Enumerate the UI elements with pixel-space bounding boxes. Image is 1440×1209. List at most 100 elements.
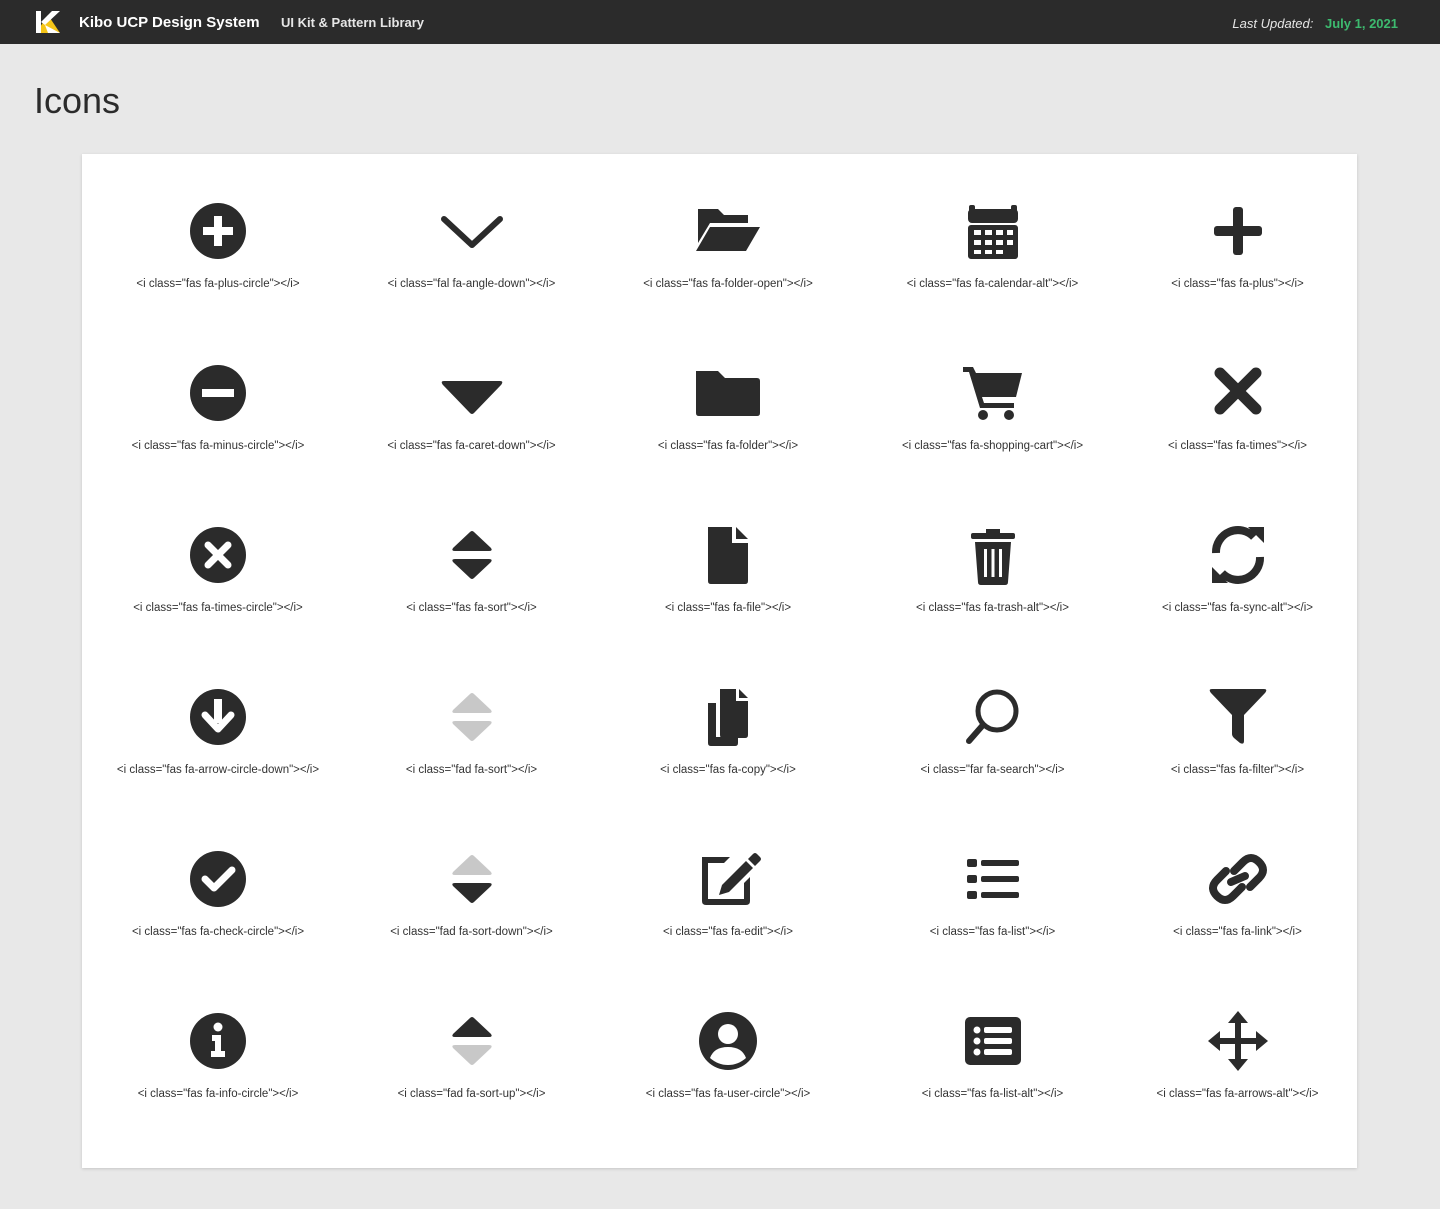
arrows-alt-icon: [1202, 1009, 1274, 1073]
sort-duotone-icon: [436, 685, 508, 749]
icon-tile: <i class="fas fa-filter"></i>: [1128, 670, 1347, 832]
icon-tile: <i class="fas fa-edit"></i>: [599, 832, 857, 994]
icon-code: <i class="fas fa-trash-alt"></i>: [916, 602, 1069, 614]
edit-icon: [692, 847, 764, 911]
icon-tile: <i class="fas fa-times"></i>: [1128, 346, 1347, 508]
icon-code: <i class="fal fa-angle-down"></i>: [387, 278, 556, 290]
icon-code: <i class="fas fa-user-circle"></i>: [645, 1088, 811, 1100]
icon-tile: <i class="fas fa-shopping-cart"></i>: [857, 346, 1128, 508]
sort-down-duotone-icon: [436, 847, 508, 911]
folder-icon: [692, 361, 764, 425]
last-updated-date: July 1, 2021: [1325, 16, 1398, 31]
icon-code: <i class="fas fa-times-circle"></i>: [133, 602, 303, 614]
icon-tile: <i class="fas fa-caret-down"></i>: [344, 346, 599, 508]
icon-code: <i class="fad fa-sort"></i>: [405, 764, 538, 776]
icon-tile: <i class="fas fa-sync-alt"></i>: [1128, 508, 1347, 670]
last-updated: Last Updated: July 1, 2021: [1232, 16, 1398, 31]
icon-code: <i class="fas fa-check-circle"></i>: [131, 926, 305, 938]
user-circle-icon: [692, 1009, 764, 1073]
plus-circle-icon: [182, 199, 254, 263]
kibo-logo[interactable]: [36, 11, 60, 33]
icon-tile: <i class="fas fa-arrows-alt"></i>: [1128, 994, 1347, 1156]
list-alt-icon: [957, 1009, 1029, 1073]
icon-tile: <i class="fas fa-trash-alt"></i>: [857, 508, 1128, 670]
icon-tile: <i class="far fa-search"></i>: [857, 670, 1128, 832]
icon-tile: <i class="fas fa-copy"></i>: [599, 670, 857, 832]
top-bar: Kibo UCP Design System UI Kit & Pattern …: [0, 0, 1440, 44]
link-icon: [1202, 847, 1274, 911]
page-title: Icons: [34, 80, 121, 121]
icon-tile: <i class="fas fa-times-circle"></i>: [92, 508, 344, 670]
icon-code: <i class="fas fa-arrow-circle-down"></i>: [116, 764, 320, 776]
icon-code: <i class="far fa-search"></i>: [920, 764, 1065, 776]
icon-code: <i class="fas fa-shopping-cart"></i>: [901, 440, 1084, 452]
trash-alt-icon: [957, 523, 1029, 587]
copy-icon: [692, 685, 764, 749]
icon-code: <i class="fas fa-minus-circle"></i>: [131, 440, 305, 452]
shopping-cart-icon: [957, 361, 1029, 425]
icon-tile: <i class="fas fa-calendar-alt"></i>: [857, 184, 1128, 346]
icon-code: <i class="fas fa-list"></i>: [929, 926, 1056, 938]
search-icon: [957, 685, 1029, 749]
sync-alt-icon: [1202, 523, 1274, 587]
icon-card: <i class="fas fa-plus-circle"></i> <i cl…: [82, 154, 1357, 1168]
icon-tile: <i class="fas fa-list-alt"></i>: [857, 994, 1128, 1156]
icon-code: <i class="fas fa-copy"></i>: [660, 764, 796, 776]
sort-up-duotone-icon: [436, 1009, 508, 1073]
icon-tile: <i class="fas fa-file"></i>: [599, 508, 857, 670]
icon-tile: <i class="fal fa-angle-down"></i>: [344, 184, 599, 346]
icon-tile: <i class="fas fa-check-circle"></i>: [92, 832, 344, 994]
icon-tile: <i class="fad fa-sort-up"></i>: [344, 994, 599, 1156]
icon-code: <i class="fas fa-caret-down"></i>: [387, 440, 556, 452]
icon-code: <i class="fas fa-link"></i>: [1173, 926, 1302, 938]
minus-circle-icon: [182, 361, 254, 425]
check-circle-icon: [182, 847, 254, 911]
icon-code: <i class="fad fa-sort-up"></i>: [397, 1088, 546, 1100]
icon-code: <i class="fas fa-edit"></i>: [663, 926, 793, 938]
icon-code: <i class="fas fa-folder-open"></i>: [643, 278, 813, 290]
info-circle-icon: [182, 1009, 254, 1073]
icon-code: <i class="fas fa-times"></i>: [1168, 440, 1307, 452]
icon-code: <i class="fas fa-plus-circle"></i>: [136, 278, 300, 290]
icon-code: <i class="fas fa-plus"></i>: [1171, 278, 1304, 290]
icon-code: <i class="fas fa-sort"></i>: [406, 602, 537, 614]
icon-tile: <i class="fas fa-folder"></i>: [599, 346, 857, 508]
icon-grid: <i class="fas fa-plus-circle"></i> <i cl…: [92, 184, 1347, 1156]
icon-code: <i class="fas fa-list-alt"></i>: [921, 1088, 1064, 1100]
icon-code: <i class="fas fa-folder"></i>: [657, 440, 799, 452]
last-updated-label: Last Updated:: [1232, 16, 1314, 31]
icon-code: <i class="fas fa-calendar-alt"></i>: [906, 278, 1079, 290]
icon-tile: <i class="fas fa-link"></i>: [1128, 832, 1347, 994]
icon-tile: <i class="fas fa-plus"></i>: [1128, 184, 1347, 346]
icon-code: <i class="fas fa-arrows-alt"></i>: [1156, 1088, 1319, 1100]
icon-code: <i class="fas fa-filter"></i>: [1170, 764, 1305, 776]
file-icon: [692, 523, 764, 587]
times-circle-icon: [182, 523, 254, 587]
icon-tile: <i class="fas fa-list"></i>: [857, 832, 1128, 994]
library-subtitle[interactable]: UI Kit & Pattern Library: [281, 15, 424, 30]
calendar-alt-icon: [957, 199, 1029, 263]
brand-title[interactable]: Kibo UCP Design System: [79, 14, 260, 31]
icon-code: <i class="fas fa-sync-alt"></i>: [1161, 602, 1314, 614]
folder-open-icon: [692, 199, 764, 263]
sort-icon: [436, 523, 508, 587]
icon-tile: <i class="fad fa-sort-down"></i>: [344, 832, 599, 994]
angle-down-icon: [436, 199, 508, 263]
list-icon: [957, 847, 1029, 911]
icon-tile: <i class="fas fa-minus-circle"></i>: [92, 346, 344, 508]
icon-code: <i class="fad fa-sort-down"></i>: [390, 926, 553, 938]
icon-code: <i class="fas fa-file"></i>: [664, 602, 792, 614]
icon-tile: <i class="fas fa-folder-open"></i>: [599, 184, 857, 346]
icon-code: <i class="fas fa-info-circle"></i>: [137, 1088, 299, 1100]
icon-tile: <i class="fas fa-user-circle"></i>: [599, 994, 857, 1156]
caret-down-icon: [436, 361, 508, 425]
icon-tile: <i class="fas fa-arrow-circle-down"></i>: [92, 670, 344, 832]
arrow-circle-down-icon: [182, 685, 254, 749]
icon-tile: <i class="fas fa-info-circle"></i>: [92, 994, 344, 1156]
icon-tile: <i class="fas fa-sort"></i>: [344, 508, 599, 670]
times-icon: [1202, 361, 1274, 425]
icon-tile: <i class="fad fa-sort"></i>: [344, 670, 599, 832]
icon-tile: <i class="fas fa-plus-circle"></i>: [92, 184, 344, 346]
plus-icon: [1202, 199, 1274, 263]
filter-icon: [1202, 685, 1274, 749]
